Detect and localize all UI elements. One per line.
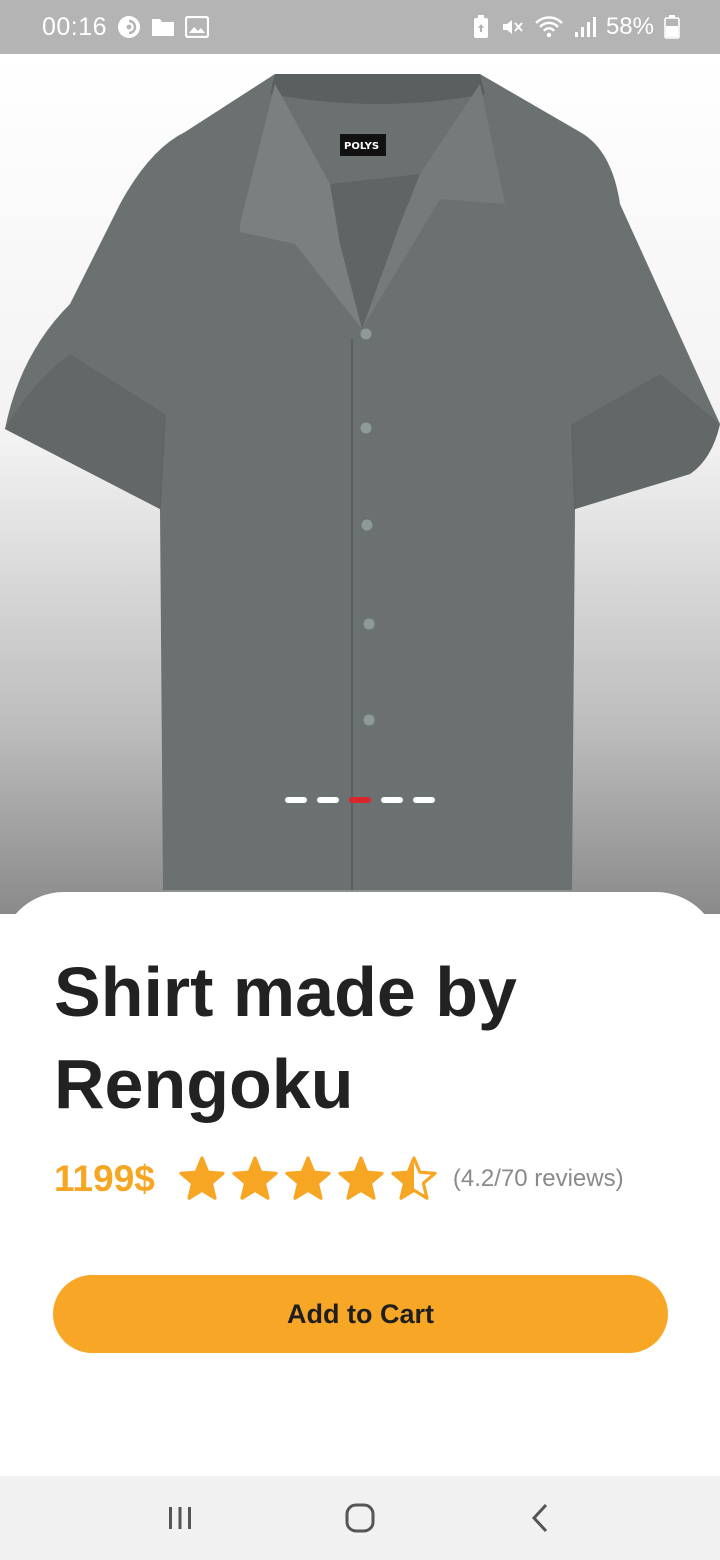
recent-apps-icon[interactable] [140,1488,220,1548]
star-rating [177,1155,439,1203]
home-icon[interactable] [320,1488,400,1548]
svg-text:POLYS: POLYS [344,141,379,152]
add-to-cart-button[interactable]: Add to Cart [53,1275,668,1353]
product-image-carousel[interactable]: POLYS [0,54,720,914]
mute-icon [500,15,524,39]
status-bar: 00:16 58% [0,0,720,54]
star-full-icon [232,1156,278,1200]
carousel-dot[interactable] [413,797,435,803]
signal-icon [574,16,596,38]
carousel-indicator[interactable] [0,797,720,803]
star-half-icon [391,1156,437,1200]
product-details-card: Shirt made by Rengoku 1199$ (4.2/70 revi… [0,892,720,1476]
status-right: 58% [472,13,680,41]
battery-percent: 58% [605,13,654,40]
carousel-dot[interactable] [285,797,307,803]
carousel-dot-active[interactable] [349,797,371,803]
product-title: Shirt made by Rengoku [54,953,517,1123]
carousel-dot[interactable] [381,797,403,803]
navigation-bar [0,1476,720,1560]
folder-icon [151,17,175,37]
star-full-icon [338,1156,384,1200]
battery-icon [664,15,680,39]
wifi-icon [534,15,564,39]
gallery-icon [185,16,210,38]
status-time: 00:16 [42,12,108,41]
carousel-dot[interactable] [317,797,339,803]
battery-saver-icon [472,15,490,39]
star-full-icon [285,1156,331,1200]
product-screen: 00:16 58% POLYS Shirt made by Rengoku 11… [0,0,720,1560]
product-price: 1199$ [54,1158,155,1199]
star-full-icon [179,1156,225,1200]
price-rating-row: 1199$ (4.2/70 reviews) [54,1154,624,1204]
reviews-count[interactable]: (4.2/70 reviews) [453,1165,624,1193]
back-icon[interactable] [500,1488,580,1548]
shirt-image: POLYS [5,74,720,890]
pocket-cast-icon [117,15,141,39]
status-left: 00:16 [42,12,210,42]
